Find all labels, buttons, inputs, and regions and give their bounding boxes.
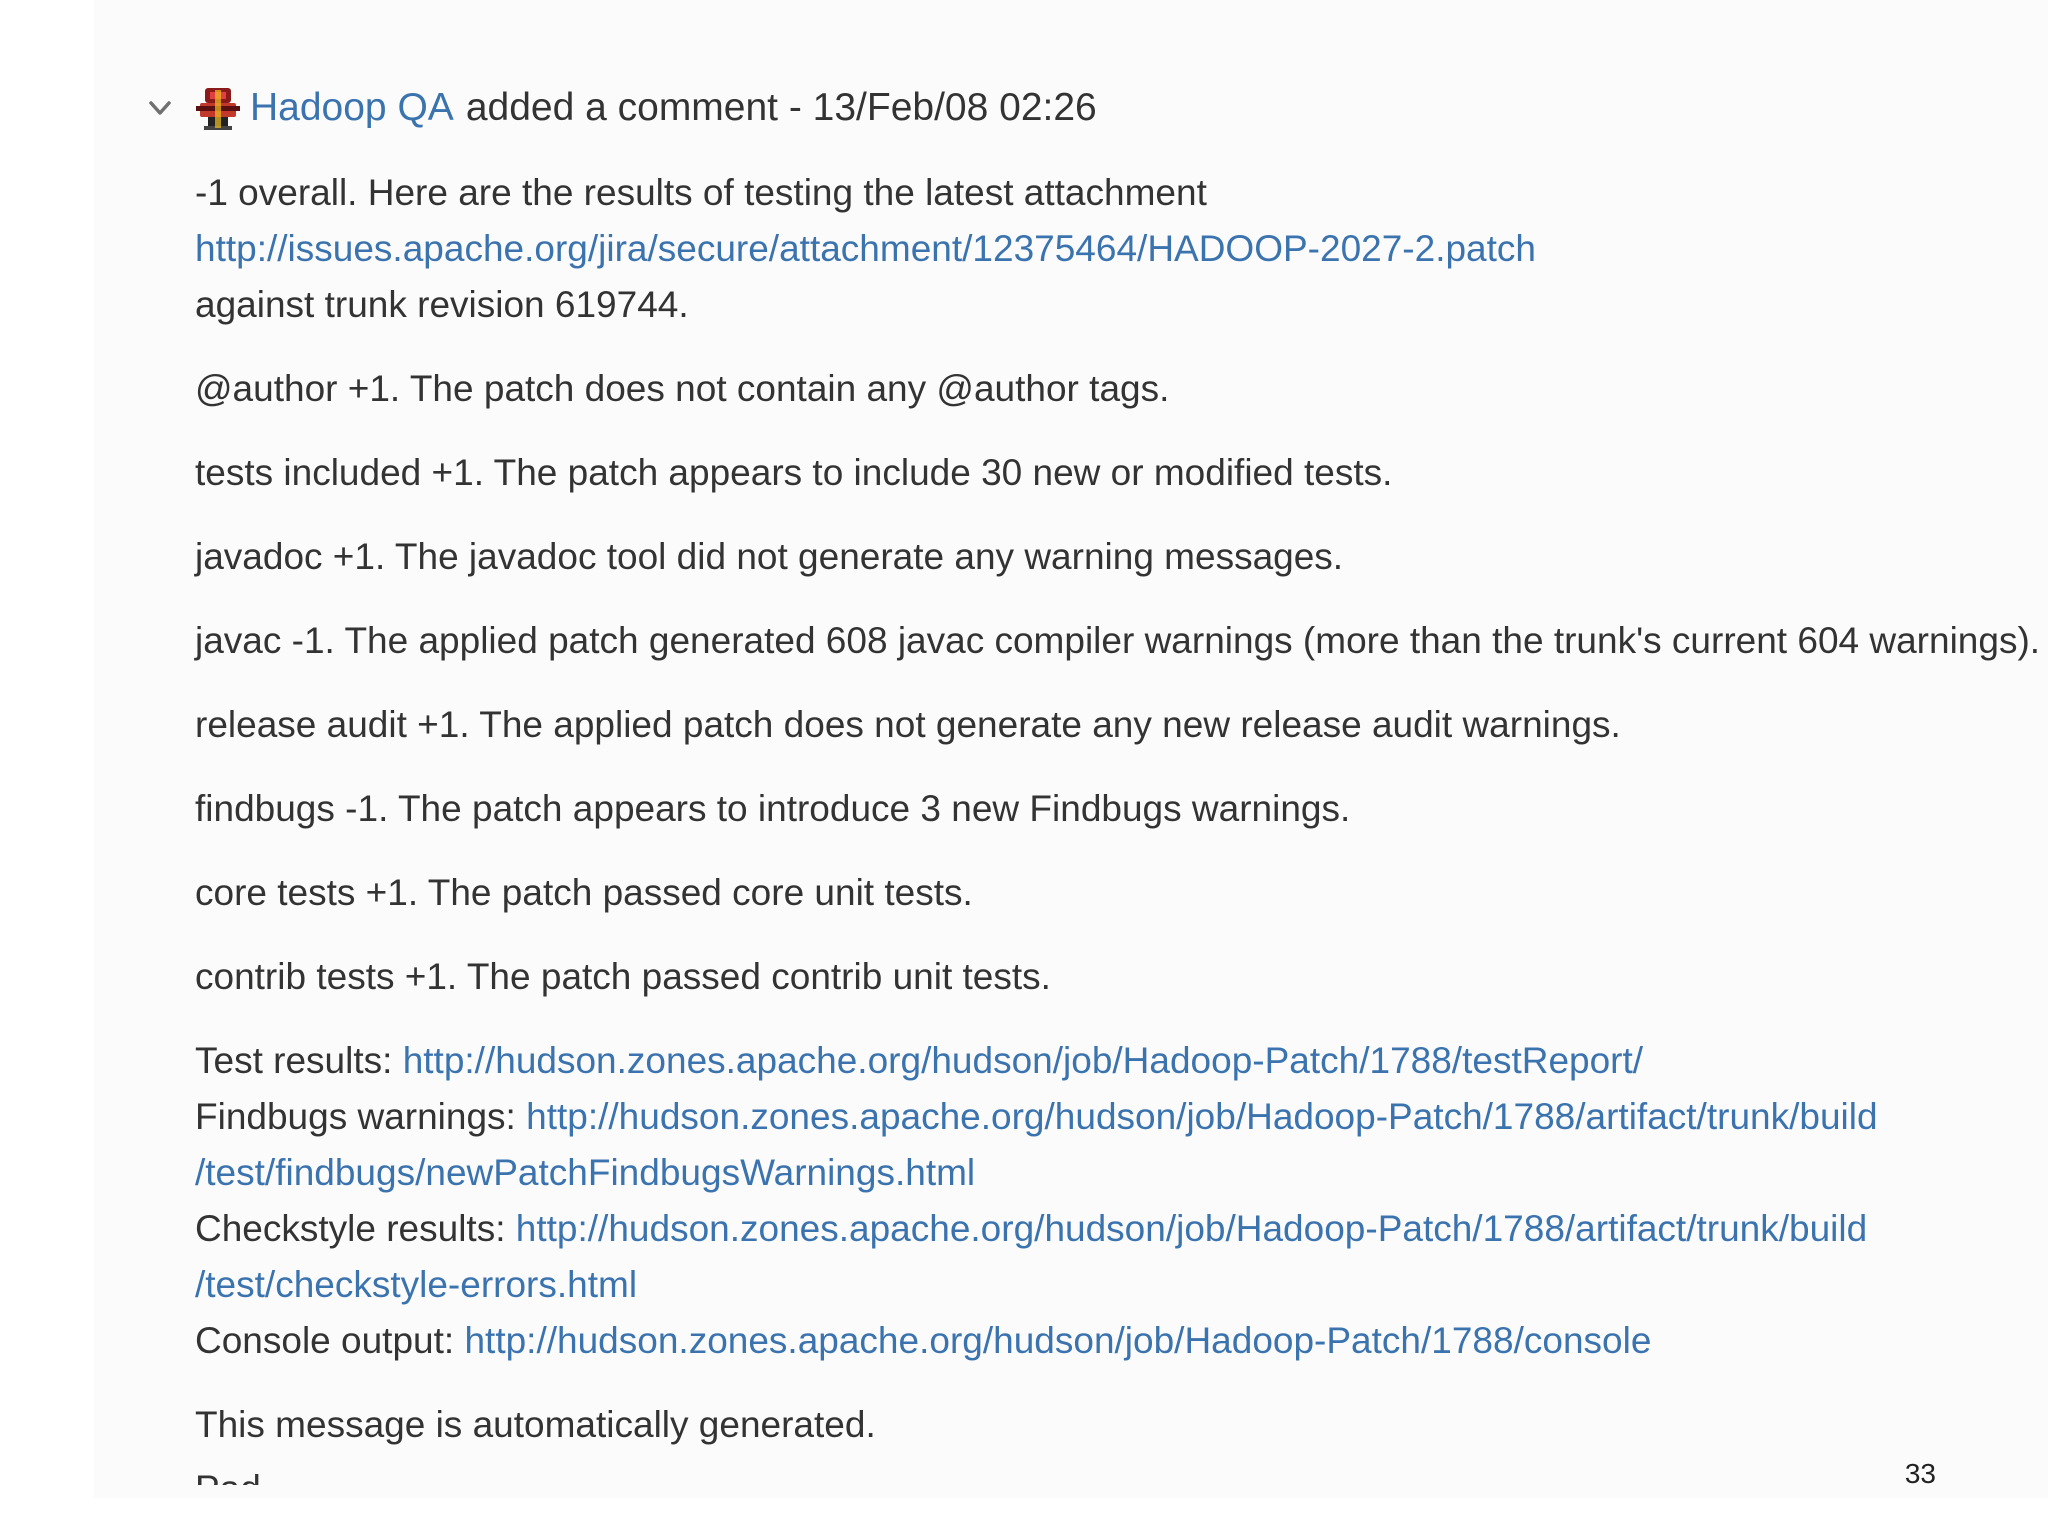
author-link[interactable]: Hadoop QA	[250, 86, 454, 130]
slide-number: 33	[1904, 1458, 1936, 1489]
results-paragraph: Test results: http://hudson.zones.apache…	[195, 1033, 2048, 1369]
comment-action-text: added a comment -	[465, 86, 802, 129]
console-line: Console output: http://hudson.zones.apac…	[195, 1313, 2048, 1369]
console-link[interactable]: http://hudson.zones.apache.org/hudson/jo…	[464, 1320, 1651, 1361]
findbugs-label: Findbugs warnings:	[195, 1096, 516, 1137]
checkstyle-link[interactable]: http://hudson.zones.apache.org/hudson/jo…	[516, 1208, 1867, 1249]
check-findbugs: findbugs -1. The patch appears to introd…	[195, 788, 1351, 829]
comment-timestamp[interactable]: 13/Feb/08 02:26	[813, 86, 1097, 129]
cut-off-text: Pad	[195, 1461, 2048, 1485]
comment-header: Hadoop QA added a comment - 13/Feb/08 02…	[146, 84, 1097, 132]
attachment-link[interactable]: http://issues.apache.org/jira/secure/att…	[195, 221, 2048, 277]
findbugs-line: Findbugs warnings: http://hudson.zones.a…	[195, 1089, 2048, 1145]
comment-body: -1 overall. Here are the results of test…	[195, 165, 2048, 1485]
check-javadoc: javadoc +1. The javadoc tool did not gen…	[195, 536, 1344, 577]
findbugs-link[interactable]: http://hudson.zones.apache.org/hudson/jo…	[526, 1096, 1877, 1137]
console-label: Console output:	[195, 1320, 455, 1361]
trunk-revision: against trunk revision 619744.	[195, 284, 689, 325]
checkstyle-link-continued[interactable]: /test/checkstyle-errors.html	[195, 1257, 2048, 1313]
check-release-audit: release audit +1. The applied patch does…	[195, 704, 1621, 745]
comment-action: added a comment - 13/Feb/08 02:26	[466, 86, 1097, 130]
auto-generated-note: This message is automatically generated.	[195, 1404, 876, 1445]
check-author: @author +1. The patch does not contain a…	[195, 368, 1170, 409]
findbugs-link-continued[interactable]: /test/findbugs/newPatchFindbugsWarnings.…	[195, 1145, 2048, 1201]
test-results-label: Test results:	[195, 1040, 393, 1081]
avatar-icon	[196, 88, 240, 130]
test-results-line: Test results: http://hudson.zones.apache…	[195, 1033, 2048, 1089]
summary-paragraph: -1 overall. Here are the results of test…	[195, 165, 2048, 333]
checkstyle-line: Checkstyle results: http://hudson.zones.…	[195, 1201, 2048, 1257]
check-tests-included: tests included +1. The patch appears to …	[195, 452, 1393, 493]
check-core-tests: core tests +1. The patch passed core uni…	[195, 872, 973, 913]
check-javac: javac -1. The applied patch generated 60…	[195, 620, 2041, 661]
checkstyle-label: Checkstyle results:	[195, 1208, 506, 1249]
test-results-link[interactable]: http://hudson.zones.apache.org/hudson/jo…	[403, 1040, 1643, 1081]
check-contrib-tests: contrib tests +1. The patch passed contr…	[195, 956, 1051, 997]
comment-panel: Hadoop QA added a comment - 13/Feb/08 02…	[94, 0, 2048, 1498]
chevron-down-icon[interactable]	[146, 94, 174, 122]
summary-intro: -1 overall. Here are the results of test…	[195, 172, 1207, 213]
